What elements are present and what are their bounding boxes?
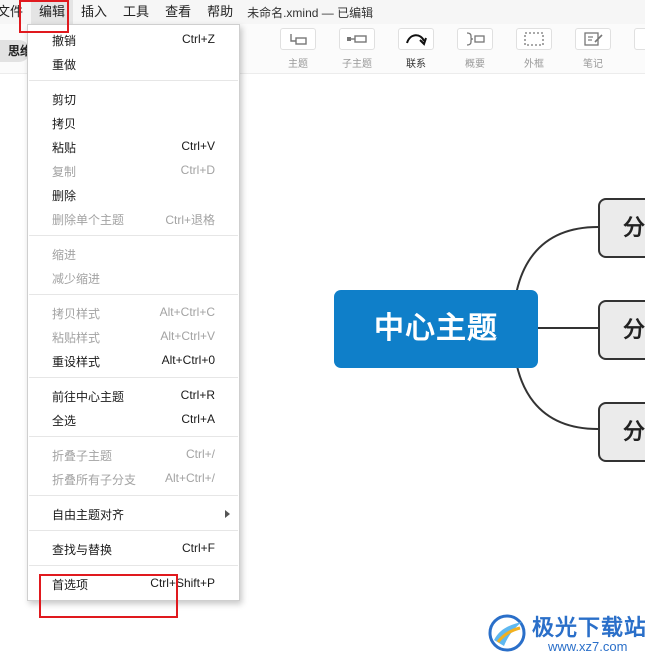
branch-topic-2[interactable]: 分: [598, 300, 645, 360]
branch-topic-3[interactable]: 分: [598, 402, 645, 462]
menu-item-shortcut: Alt+Ctrl+/: [164, 471, 215, 485]
menubar: 文件 编辑 插入 工具 查看 帮助 未命名.xmind — 已编辑: [0, 0, 645, 24]
topic-tool-label: 主题: [288, 59, 308, 70]
menu-item-label: 粘贴: [52, 141, 77, 155]
subtopic-icon: [339, 28, 375, 50]
watermark: 极光下载站 www.xz7.com: [484, 608, 645, 660]
menu-item-collapse-subtopics: 折叠子主题 Ctrl+/: [28, 443, 239, 465]
menu-item-shortcut: Ctrl+A: [181, 412, 215, 426]
highlight-box-edit-menu: [19, 0, 69, 33]
subtopic-tool-button[interactable]: 子主题: [333, 28, 381, 72]
summary-tool-button[interactable]: 概要: [451, 28, 499, 72]
central-topic[interactable]: 中心主题: [334, 290, 538, 368]
menu-separator: [29, 80, 238, 81]
menu-separator: [29, 436, 238, 437]
relationship-icon: [398, 28, 434, 50]
menu-item-outdent: 减少缩进: [28, 266, 239, 288]
branch-topic-1[interactable]: 分: [598, 198, 645, 258]
menu-item-label: 查找与替换: [52, 543, 113, 557]
menu-item-reset-style[interactable]: 重设样式 Alt+Ctrl+0: [28, 349, 239, 371]
notes-icon: [575, 28, 611, 50]
menu-item-find-replace[interactable]: 查找与替换 Ctrl+F: [28, 537, 239, 559]
menu-item-shortcut: Alt+Ctrl+C: [159, 305, 215, 319]
document-title: 未命名.xmind — 已编辑: [247, 5, 374, 20]
watermark-logo-icon: [488, 614, 526, 652]
menu-item-shortcut: Ctrl+V: [181, 139, 215, 153]
notes-tool-label: 笔记: [583, 59, 603, 70]
menu-tools[interactable]: 工具: [115, 0, 157, 24]
menu-item-cut[interactable]: 剪切: [28, 87, 239, 109]
menu-item-shortcut: Ctrl+退格: [165, 213, 215, 227]
menu-item-label: 缩进: [52, 248, 77, 262]
menu-item-paste-style: 粘贴样式 Alt+Ctrl+V: [28, 325, 239, 347]
menu-item-label: 折叠子主题: [52, 449, 113, 463]
subtopic-tool-label: 子主题: [342, 59, 372, 70]
menu-item-label: 拷贝: [52, 117, 77, 131]
boundary-tool-label: 外框: [524, 59, 544, 70]
menu-item-shortcut: Ctrl+R: [180, 388, 215, 402]
menu-item-label: 剪切: [52, 93, 77, 107]
menu-item-go-to-central-topic[interactable]: 前往中心主题 Ctrl+R: [28, 384, 239, 406]
highlight-box-preferences: [39, 574, 178, 618]
menu-item-shortcut: Ctrl+/: [185, 447, 215, 461]
menu-item-label: 折叠所有子分支: [52, 473, 137, 487]
menu-item-paste[interactable]: 粘贴 Ctrl+V: [28, 135, 239, 157]
topic-tool-button[interactable]: 主题: [274, 28, 322, 72]
menu-item-label: 删除: [52, 189, 77, 203]
menu-item-shortcut: Ctrl+F: [182, 541, 215, 555]
menu-item-shortcut: Alt+Ctrl+V: [160, 329, 215, 343]
watermark-url: www.xz7.com: [548, 639, 628, 654]
boundary-icon: [516, 28, 552, 50]
menu-item-shortcut: Ctrl+D: [180, 163, 215, 177]
menu-item-delete[interactable]: 删除: [28, 183, 239, 205]
mode-tab-mindmap[interactable]: 思维: [0, 40, 30, 62]
menu-insert[interactable]: 插入: [73, 0, 115, 24]
menu-item-shortcut: Alt+Ctrl+0: [161, 353, 215, 367]
boundary-tool-button[interactable]: 外框: [510, 28, 558, 72]
menu-item-label: 重设样式: [52, 355, 101, 369]
menu-item-label: 删除单个主题: [52, 213, 125, 227]
menu-separator: [29, 294, 238, 295]
topic-icon: [280, 28, 316, 50]
summary-tool-label: 概要: [465, 59, 485, 70]
more-tool-icon: [634, 28, 645, 50]
menu-item-label: 全选: [52, 414, 77, 428]
relationship-tool-button[interactable]: 联系: [392, 28, 440, 72]
menu-separator: [29, 495, 238, 496]
menu-item-label: 拷贝样式: [52, 307, 101, 321]
menu-item-select-all[interactable]: 全选 Ctrl+A: [28, 408, 239, 430]
menu-view[interactable]: 查看: [157, 0, 199, 24]
submenu-arrow-icon: [225, 510, 230, 518]
menu-separator: [29, 530, 238, 531]
menu-item-label: 重做: [52, 58, 77, 72]
menu-item-label: 自由主题对齐: [52, 508, 125, 522]
more-tool-button[interactable]: [628, 28, 645, 72]
edit-menu-dropdown: 撤销 Ctrl+Z 重做 剪切 拷贝 粘贴 Ctrl+V 复制 Ctrl+D 删…: [27, 24, 240, 601]
menu-item-label: 撤销: [52, 34, 77, 48]
menu-item-redo[interactable]: 重做: [28, 52, 239, 74]
menu-item-label: 复制: [52, 165, 77, 179]
menu-separator: [29, 565, 238, 566]
menu-item-copy[interactable]: 拷贝: [28, 111, 239, 133]
menu-separator: [29, 377, 238, 378]
menu-item-copy-style: 拷贝样式 Alt+Ctrl+C: [28, 301, 239, 323]
menu-item-label: 粘贴样式: [52, 331, 101, 345]
menu-item-collapse-all-branches: 折叠所有子分支 Alt+Ctrl+/: [28, 467, 239, 489]
menu-item-indent: 缩进: [28, 242, 239, 264]
relationship-tool-label: 联系: [406, 59, 426, 70]
menu-item-delete-single-topic: 删除单个主题 Ctrl+退格: [28, 207, 239, 229]
menu-item-shortcut: Ctrl+Z: [182, 32, 215, 46]
menu-help[interactable]: 帮助: [199, 0, 241, 24]
menu-item-duplicate: 复制 Ctrl+D: [28, 159, 239, 181]
menu-item-free-topic-align[interactable]: 自由主题对齐: [28, 502, 239, 524]
notes-tool-button[interactable]: 笔记: [569, 28, 617, 72]
watermark-name: 极光下载站: [532, 615, 645, 640]
menu-item-label: 前往中心主题: [52, 390, 125, 404]
summary-icon: [457, 28, 493, 50]
menu-item-label: 减少缩进: [52, 272, 101, 286]
menu-separator: [29, 235, 238, 236]
